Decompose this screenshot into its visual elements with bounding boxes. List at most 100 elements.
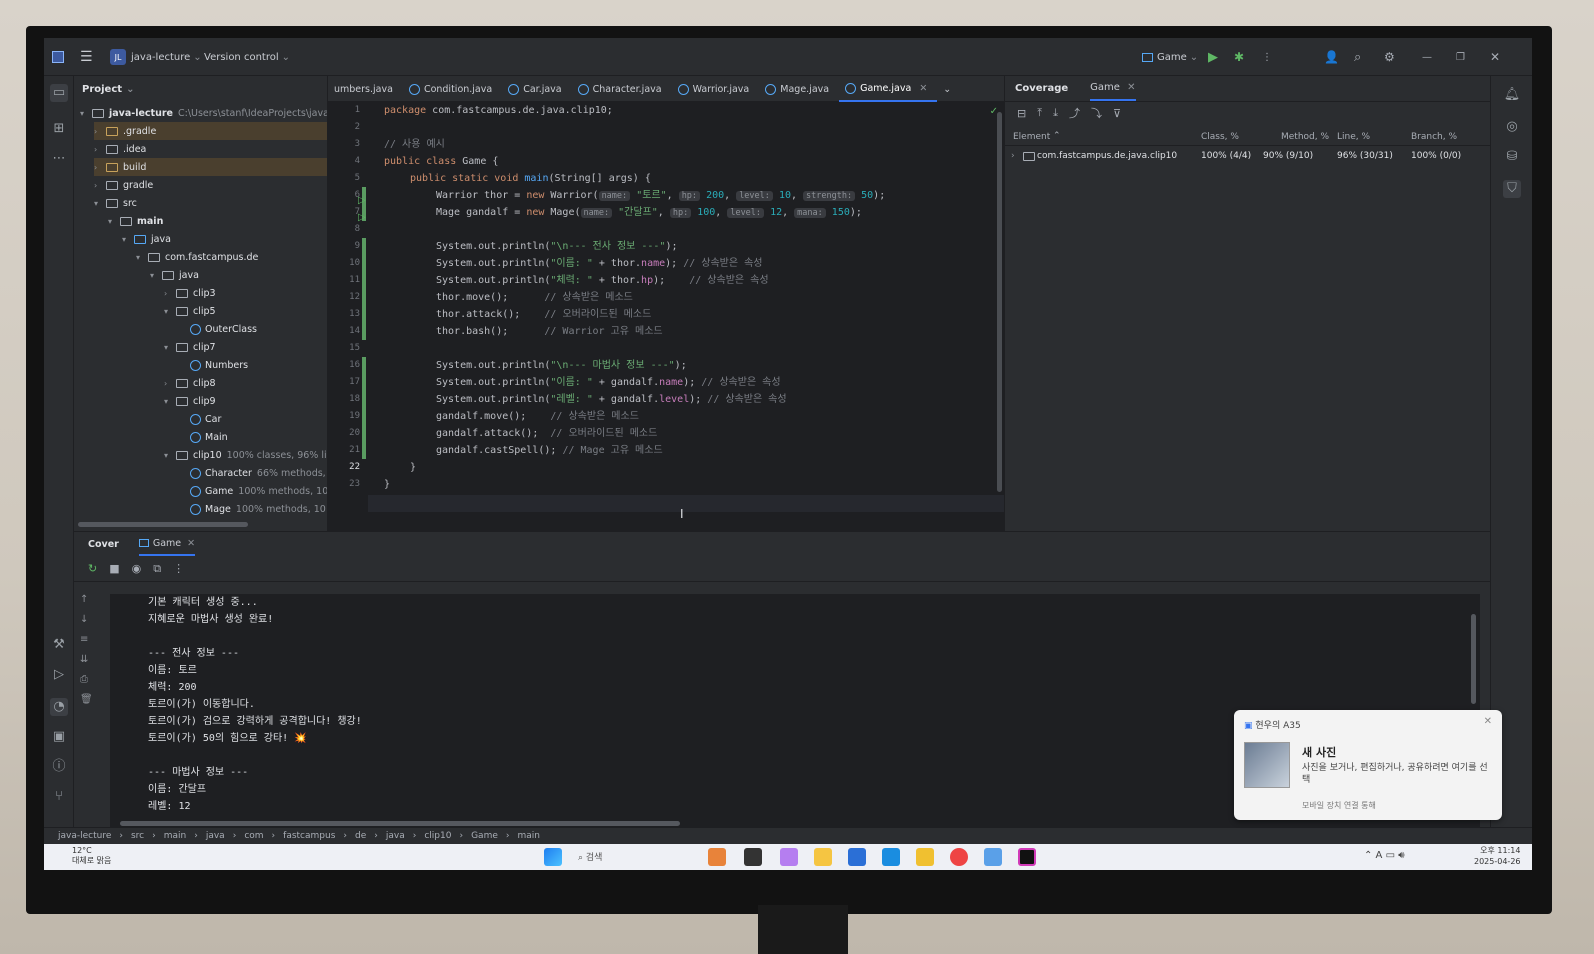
outlook-icon[interactable]: [882, 848, 900, 866]
tree-item-clip5[interactable]: ▾ clip5: [164, 302, 216, 320]
coverage-shield-icon[interactable]: ⛉: [1503, 180, 1521, 198]
terminal-icon[interactable]: ▣: [50, 728, 68, 746]
tree-item-gradle[interactable]: › gradle: [94, 176, 153, 194]
tree-root[interactable]: ▾ java-lecture C:\Users\stanf\IdeaProjects…: [80, 104, 327, 122]
trash-icon[interactable]: 🗑︎: [80, 694, 104, 714]
structure-icon[interactable]: ⊞: [50, 120, 68, 138]
breadcrumb-item[interactable]: clip10: [424, 831, 451, 841]
expand-all-icon[interactable]: ⤒: [1037, 106, 1042, 120]
export-icon[interactable]: ⤴: [1069, 105, 1080, 121]
intellij-icon[interactable]: [1018, 848, 1036, 866]
tab-overflow-chevron-icon[interactable]: ⌄: [937, 76, 957, 102]
tab-character[interactable]: Character.java: [572, 76, 672, 102]
vertical-scrollbar[interactable]: [1471, 614, 1476, 704]
task-view-icon[interactable]: [744, 848, 762, 866]
store-icon[interactable]: [848, 848, 866, 866]
horizontal-scrollbar[interactable]: [78, 522, 248, 527]
main-menu-icon[interactable]: ☰: [80, 38, 93, 76]
screenshot-icon[interactable]: ◉: [132, 562, 142, 575]
more-options-icon[interactable]: ⋮: [173, 562, 184, 575]
tree-item-src[interactable]: ▾ src: [94, 194, 137, 212]
tab-condition[interactable]: Condition.java: [403, 76, 502, 102]
breadcrumb-item[interactable]: main: [517, 831, 540, 841]
tree-item-clip3[interactable]: › clip3: [164, 284, 216, 302]
tab-game[interactable]: Game.java ✕: [839, 76, 938, 102]
breadcrumb-item[interactable]: java: [206, 831, 225, 841]
col-branch[interactable]: Branch, %: [1411, 132, 1457, 142]
database-icon[interactable]: ⛁: [1503, 148, 1521, 166]
clock[interactable]: 오후 11:14 2025-04-26: [1474, 845, 1521, 867]
project-selector[interactable]: JL java-lecture ⌄: [110, 38, 202, 76]
coverage-tab-game[interactable]: Game ✕: [1090, 76, 1136, 101]
more-tools-icon[interactable]: ⋯: [50, 150, 68, 168]
widgets-icon[interactable]: [708, 848, 726, 866]
scroll-down-icon[interactable]: ↓: [80, 614, 104, 634]
file-explorer-icon[interactable]: [814, 848, 832, 866]
git-branch-icon[interactable]: ⑂: [50, 788, 68, 806]
coverage-row[interactable]: › com.fastcampus.de.java.clip10 100% (4/…: [1005, 148, 1491, 166]
start-button[interactable]: [544, 848, 562, 866]
filter-icon[interactable]: ⊽: [1113, 107, 1121, 120]
minimize-button[interactable]: —: [1422, 38, 1432, 76]
tree-item-character[interactable]: Character 66% methods,: [190, 464, 326, 482]
tree-item-gradle-hidden[interactable]: › .gradle: [94, 122, 327, 140]
tab-mage[interactable]: Mage.java: [759, 76, 839, 102]
search-icon[interactable]: ⌕: [1354, 38, 1361, 76]
close-tab-icon[interactable]: ✕: [1127, 82, 1135, 93]
snipping-tool-icon[interactable]: [984, 848, 1002, 866]
taskbar-search[interactable]: ⌕ 검색: [578, 850, 602, 863]
breadcrumb-item[interactable]: java-lecture: [58, 831, 111, 841]
collapse-arrow-icon[interactable]: ›: [1011, 151, 1015, 161]
soft-wrap-icon[interactable]: ≡: [80, 634, 104, 654]
tree-item-main-class[interactable]: Main: [190, 428, 228, 446]
tab-warrior[interactable]: Warrior.java: [672, 76, 760, 102]
scroll-up-icon[interactable]: ↑: [80, 594, 104, 614]
breadcrumb-item[interactable]: com: [244, 831, 263, 841]
project-panel-header[interactable]: Project ⌄: [74, 76, 327, 102]
stop-icon[interactable]: ■: [109, 562, 119, 575]
generate-report-icon[interactable]: ⤵: [1091, 105, 1102, 121]
problems-icon[interactable]: ⓘ: [50, 758, 68, 776]
tree-item-clip9[interactable]: ▾ clip9: [164, 392, 216, 410]
tab-car[interactable]: Car.java: [502, 76, 571, 102]
breadcrumb-item[interactable]: Game: [471, 831, 498, 841]
tree-item-java-src[interactable]: ▾ java: [122, 230, 171, 248]
tree-item-outerclass[interactable]: OuterClass: [190, 320, 257, 338]
tree-item-build[interactable]: › build: [94, 158, 327, 176]
vcs-menu[interactable]: Version control ⌄: [204, 38, 290, 76]
tray-icons[interactable]: ⌃ A ▭ 🔊︎: [1364, 850, 1405, 861]
code-editor[interactable]: umbers.java Condition.java Car.java Char…: [328, 76, 1004, 531]
breadcrumb-item[interactable]: src: [131, 831, 144, 841]
code-area[interactable]: package com.fastcampus.de.java.clip10; /…: [384, 102, 996, 531]
debug-button[interactable]: ✱: [1234, 38, 1244, 76]
tree-item-idea[interactable]: › .idea: [94, 140, 146, 158]
print-icon[interactable]: ⎙: [80, 674, 104, 694]
close-window-button[interactable]: ✕: [1490, 38, 1500, 76]
collapse-all-icon[interactable]: ⤓: [1053, 106, 1058, 120]
col-line[interactable]: Line, %: [1337, 132, 1370, 142]
run-config-selector[interactable]: Game ⌄: [1142, 38, 1198, 76]
phone-link-notification[interactable]: ▣ 현우의 A35 ✕ 새 사진 사진을 보거나, 편집하거나, 공유하려면 여…: [1234, 710, 1502, 820]
close-icon[interactable]: ✕: [1484, 716, 1492, 727]
col-element[interactable]: Element: [1013, 132, 1050, 142]
sticky-notes-icon[interactable]: [916, 848, 934, 866]
col-method[interactable]: Method, %: [1281, 132, 1329, 142]
tree-item-package[interactable]: ▾ com.fastcampus.de: [136, 248, 258, 266]
tree-item-clip8[interactable]: › clip8: [164, 374, 216, 392]
build-hammer-icon[interactable]: ⚒: [50, 636, 68, 654]
tree-item-java-pkg[interactable]: ▾ java: [150, 266, 199, 284]
chrome-icon[interactable]: [950, 848, 968, 866]
folder-icon[interactable]: ▭: [50, 84, 68, 102]
tab-numbers[interactable]: umbers.java: [328, 76, 403, 102]
copilot-icon[interactable]: [780, 848, 798, 866]
more-actions-icon[interactable]: ⋮: [1262, 38, 1272, 76]
breadcrumb-item[interactable]: main: [164, 831, 187, 841]
tree-item-game[interactable]: Game 100% methods, 10: [190, 482, 327, 500]
rerun-icon[interactable]: ↻: [88, 562, 97, 575]
breadcrumb-item[interactable]: de: [355, 831, 366, 841]
tree-item-car[interactable]: Car: [190, 410, 221, 428]
import-icon[interactable]: ⊟: [1017, 107, 1026, 120]
run-circle-icon[interactable]: ▷: [50, 666, 68, 684]
tree-item-mage[interactable]: Mage 100% methods, 10: [190, 500, 326, 518]
maximize-button[interactable]: ❐: [1456, 38, 1465, 76]
